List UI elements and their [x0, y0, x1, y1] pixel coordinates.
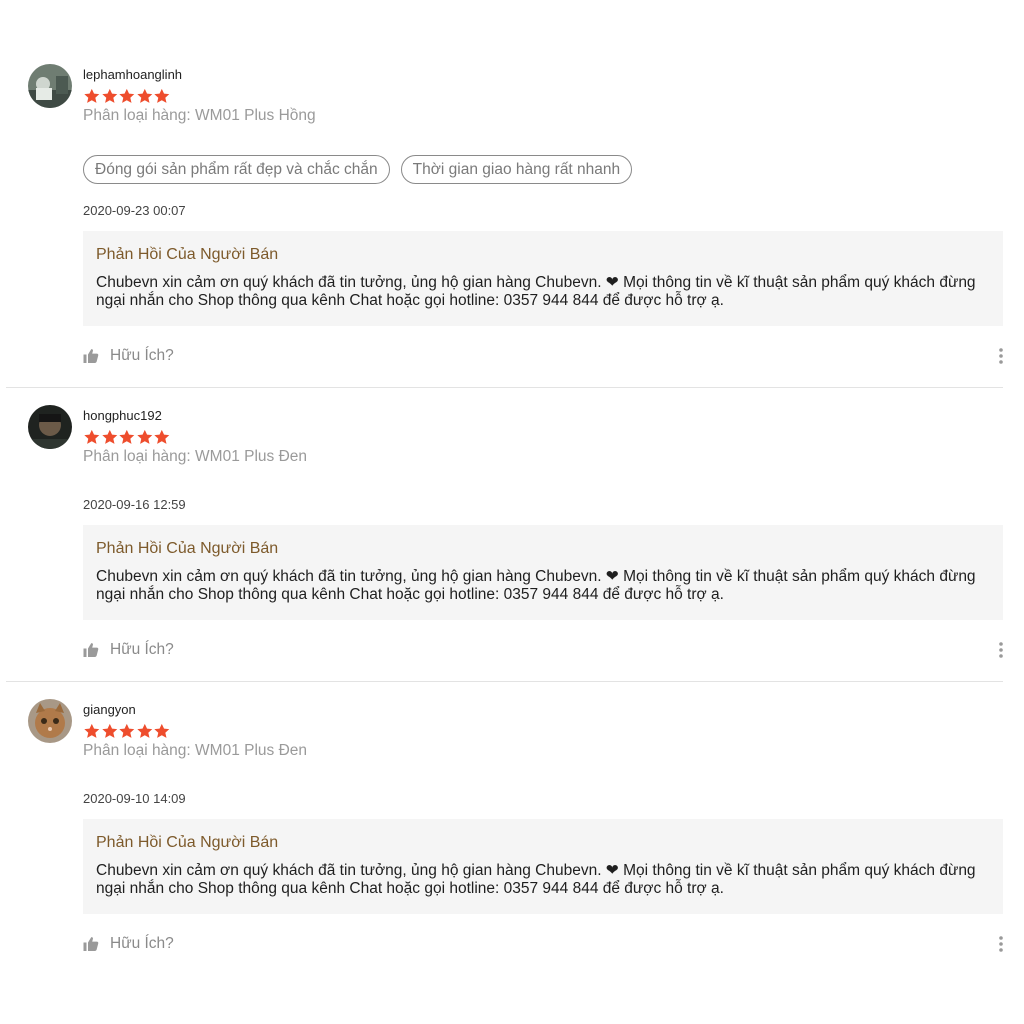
- seller-reply-text: Chubevn xin cảm ơn quý khách đã tin tưởn…: [96, 862, 976, 897]
- star-icon: [118, 429, 136, 445]
- seller-reply-title: Phản Hồi Của Người Bán: [96, 834, 279, 851]
- review-timestamp: 2020-09-23 00:07: [83, 203, 186, 218]
- star-rating: [83, 429, 171, 445]
- star-icon: [153, 88, 171, 104]
- star-icon: [153, 723, 171, 739]
- seller-reply-title: Phản Hồi Của Người Bán: [96, 540, 279, 557]
- username: giangyon: [83, 702, 136, 717]
- more-vertical-icon[interactable]: [994, 934, 1006, 954]
- seller-reply-text: Chubevn xin cảm ơn quý khách đã tin tưởn…: [96, 274, 976, 309]
- username: lephamhoanglinh: [83, 67, 183, 82]
- helpful-label: Hữu Ích?: [110, 347, 174, 364]
- avatar[interactable]: [28, 699, 72, 743]
- divider: [6, 681, 1003, 682]
- star-icon: [118, 88, 136, 104]
- thumbs-up-icon: [83, 642, 99, 658]
- helpful-button[interactable]: Hữu Ích?: [83, 640, 174, 660]
- seller-reply: Phản Hồi Của Người Bán Chubevn xin cảm ơ…: [83, 819, 1003, 914]
- star-icon: [83, 88, 101, 104]
- thumbs-up-icon: [83, 348, 99, 364]
- variant-label: Phân loại hàng: WM01 Plus Đen: [83, 448, 308, 465]
- review-tag: Đóng gói sản phẩm rất đẹp và chắc chắn: [83, 155, 390, 184]
- variant-label: Phân loại hàng: WM01 Plus Hồng: [83, 107, 316, 124]
- review-timestamp: 2020-09-10 14:09: [83, 791, 186, 806]
- star-icon: [83, 723, 101, 739]
- seller-reply-title: Phản Hồi Của Người Bán: [96, 246, 279, 263]
- star-icon: [101, 88, 119, 104]
- review-tag: Thời gian giao hàng rất nhanh: [400, 155, 633, 184]
- variant-label: Phân loại hàng: WM01 Plus Đen: [83, 742, 308, 759]
- star-icon: [118, 723, 136, 739]
- seller-reply: Phản Hồi Của Người Bán Chubevn xin cảm ơ…: [83, 525, 1003, 620]
- helpful-button[interactable]: Hữu Ích?: [83, 934, 174, 954]
- star-icon: [83, 429, 101, 445]
- review-tags: Đóng gói sản phẩm rất đẹp và chắc chắn T…: [83, 155, 633, 184]
- star-icon: [101, 723, 119, 739]
- avatar[interactable]: [28, 405, 72, 449]
- helpful-button[interactable]: Hữu Ích?: [83, 346, 174, 366]
- seller-reply: Phản Hồi Của Người Bán Chubevn xin cảm ơ…: [83, 231, 1003, 326]
- more-vertical-icon[interactable]: [994, 346, 1006, 366]
- star-icon: [136, 723, 154, 739]
- username: hongphuc192: [83, 408, 162, 423]
- more-vertical-icon[interactable]: [994, 640, 1006, 660]
- avatar[interactable]: [28, 64, 72, 108]
- review-timestamp: 2020-09-16 12:59: [83, 497, 186, 512]
- helpful-label: Hữu Ích?: [110, 641, 174, 658]
- seller-reply-text: Chubevn xin cảm ơn quý khách đã tin tưởn…: [96, 568, 976, 603]
- star-icon: [101, 429, 119, 445]
- thumbs-up-icon: [83, 936, 99, 952]
- helpful-label: Hữu Ích?: [110, 935, 174, 952]
- star-icon: [136, 429, 154, 445]
- star-rating: [83, 723, 171, 739]
- divider: [6, 387, 1003, 388]
- star-icon: [136, 88, 154, 104]
- star-rating: [83, 88, 171, 104]
- star-icon: [153, 429, 171, 445]
